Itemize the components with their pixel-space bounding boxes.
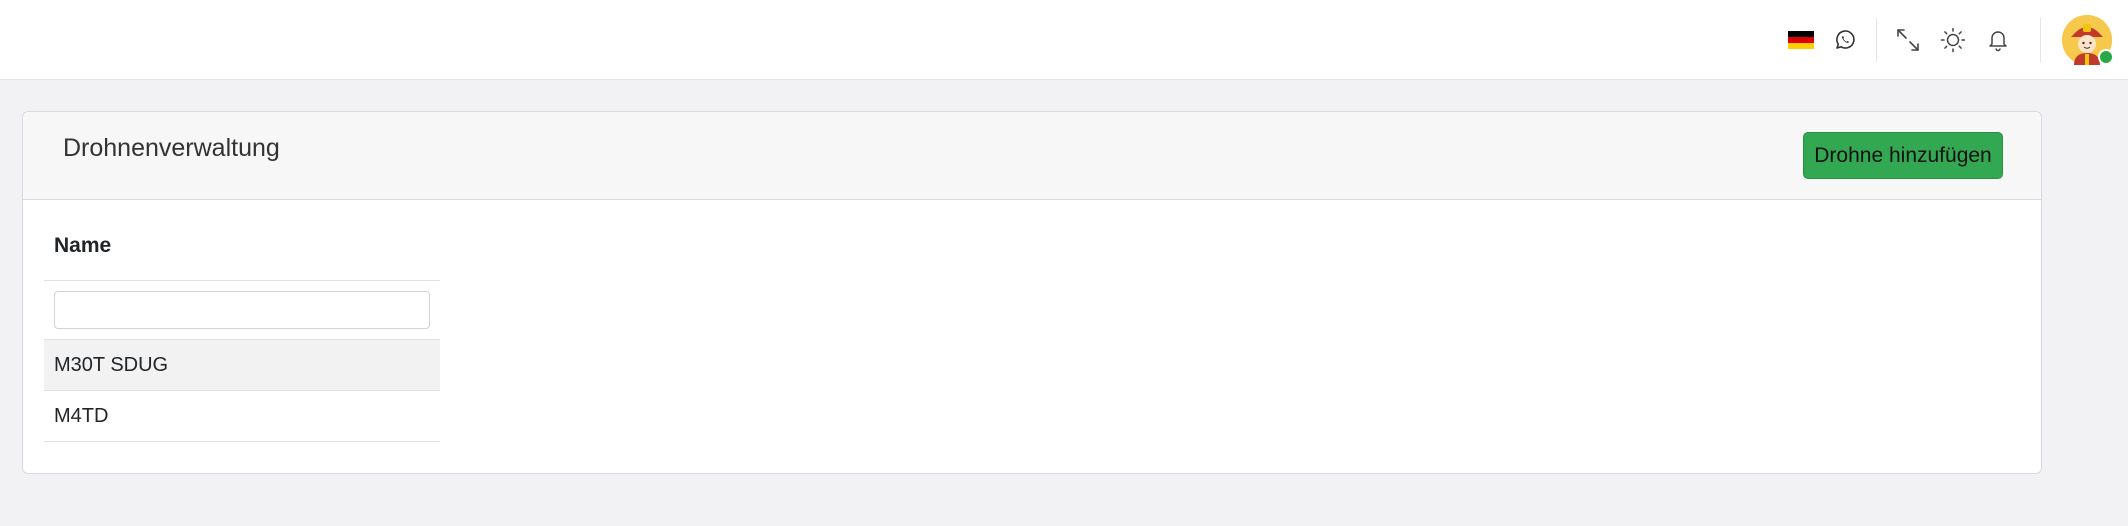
whatsapp-icon (1836, 30, 1855, 49)
theme-sun-icon (1940, 27, 1966, 53)
theme-toggle-button[interactable] (1933, 20, 1973, 60)
navbar-divider (1876, 18, 1877, 62)
drone-management-card: Drohnenverwaltung Drohne hinzufügen Name… (22, 111, 2042, 474)
page-title: Drohnenverwaltung (63, 134, 280, 162)
language-switcher[interactable] (1781, 20, 1821, 60)
fullscreen-icon (1897, 29, 1919, 51)
add-drone-button[interactable]: Drohne hinzufügen (1803, 132, 2003, 179)
german-flag-icon (1788, 31, 1814, 49)
drone-name-cell: M30T SDUG (54, 353, 169, 376)
fullscreen-button[interactable] (1888, 20, 1928, 60)
column-header-name[interactable]: Name (44, 212, 440, 281)
table-row[interactable]: M4TD (44, 391, 440, 442)
user-avatar[interactable] (2062, 15, 2114, 65)
filter-row (44, 281, 440, 340)
column-header-label: Name (54, 234, 112, 257)
drone-name-cell: M4TD (54, 404, 109, 427)
whatsapp-button[interactable] (1825, 20, 1865, 60)
card-header: Drohnenverwaltung Drohne hinzufügen (23, 112, 2041, 200)
navbar-divider (2040, 18, 2041, 62)
notifications-button[interactable] (1978, 20, 2018, 60)
top-navbar (0, 0, 2128, 80)
drone-table: Name M30T SDUG M4TD (44, 212, 440, 442)
bell-icon (1989, 31, 2007, 52)
online-status-dot (2098, 49, 2114, 65)
table-row[interactable]: M30T SDUG (44, 340, 440, 391)
name-filter-input[interactable] (54, 291, 430, 329)
